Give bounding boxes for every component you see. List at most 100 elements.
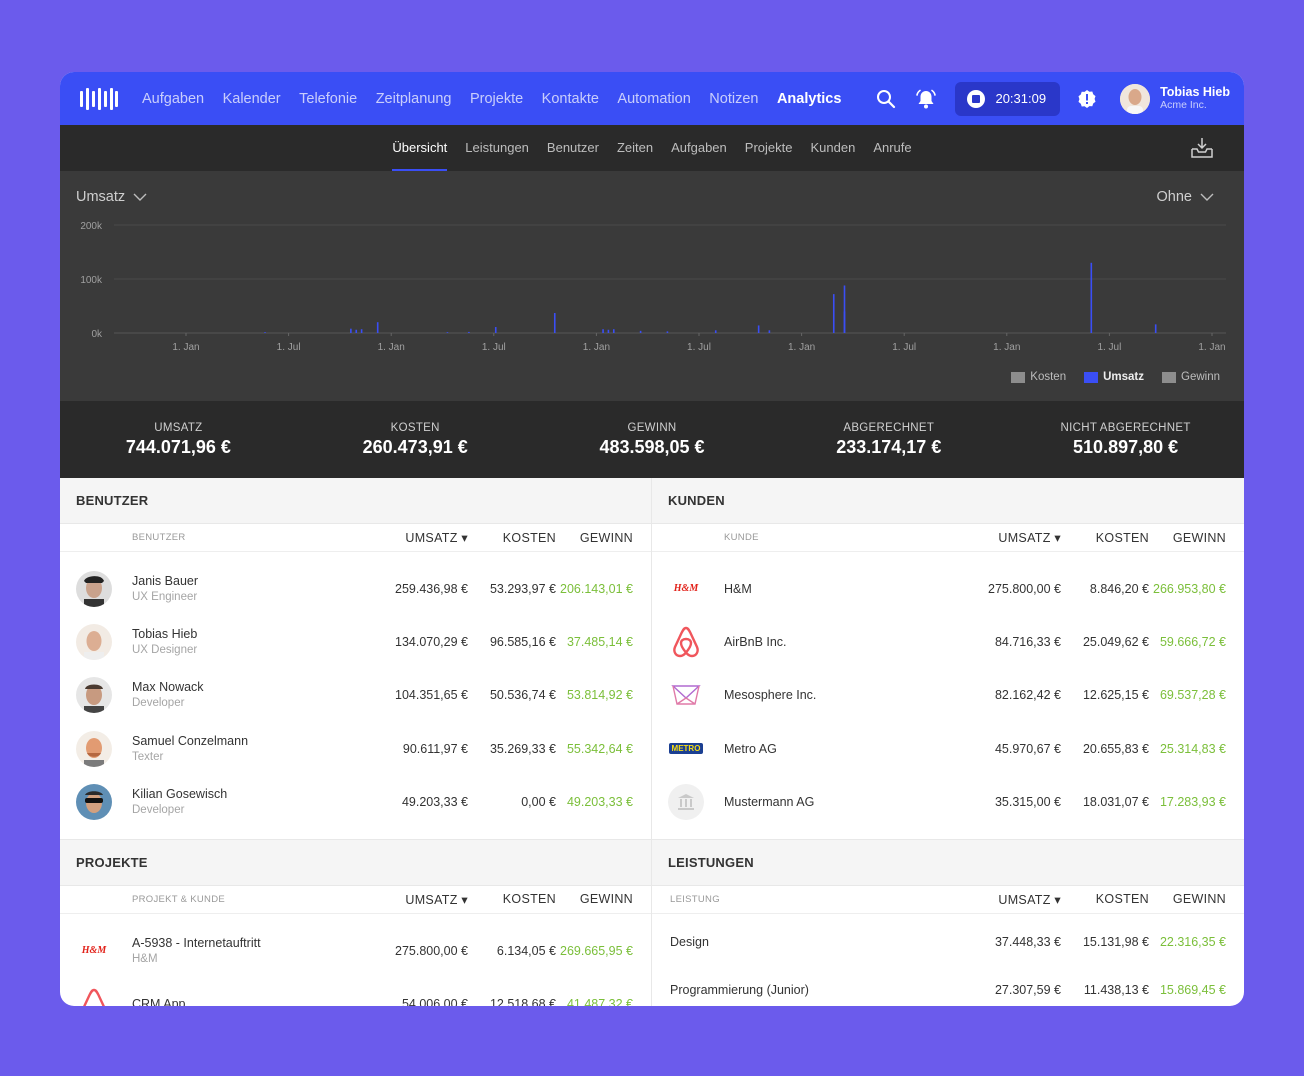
customer-name: Mustermann AG [724, 795, 815, 810]
tab-uebersicht[interactable]: Übersicht [392, 125, 447, 171]
umsatz-value: 27.307,59 € [994, 982, 1061, 997]
table-row[interactable]: Max Nowack Developer 104.351,65 € 50.536,… [60, 669, 651, 722]
app-logo-icon[interactable] [80, 87, 120, 110]
kosten-value: 20.655,83 € [1082, 741, 1149, 756]
panel-title: LEISTUNGEN [652, 839, 1244, 886]
revenue-chart: 200k 100k 0k 1. Jan 1. Jul 1. Jan 1. Jul 1. Jan… [80, 221, 1226, 353]
table-row[interactable]: METRO Metro AG 45.970,67 € 20.655,83 € 2… [652, 722, 1244, 775]
tab-aufgaben[interactable]: Aufgaben [671, 125, 727, 171]
legend-label: Kosten [1030, 371, 1067, 383]
legend-item-umsatz[interactable]: Umsatz [1084, 371, 1144, 383]
nav-item-projekte[interactable]: Projekte [470, 91, 523, 107]
bar-umsatz [468, 331, 470, 333]
nav-item-analytics[interactable]: Analytics [777, 91, 841, 107]
table-header: LEISTUNG UMSATZ ▾ KOSTEN GEWINN [652, 886, 1244, 914]
main-menu: Aufgaben Kalender Telefonie Zeitplanung … [142, 91, 860, 107]
column-header-kosten[interactable]: KOSTEN [1061, 531, 1149, 545]
gewinn-value: 17.283,93 € [1159, 795, 1226, 810]
project-customer: H&M [132, 952, 158, 965]
user-name: Samuel Conzelmann [132, 733, 249, 748]
column-header-kunde[interactable]: KUNDE [724, 532, 943, 543]
gewinn-value: 15.869,45 € [1159, 982, 1226, 997]
tab-anrufe[interactable]: Anrufe [873, 125, 911, 171]
column-header-kosten[interactable]: KOSTEN [1061, 892, 1149, 906]
nav-item-kontakte[interactable]: Kontakte [542, 91, 599, 107]
legend-swatch [1011, 371, 1026, 383]
table-row[interactable]: Janis Bauer UX Engineer 259.436,98 € 53.2… [60, 562, 651, 615]
table-row[interactable]: Mesosphere Inc. 82.162,42 € 12.625,15 € … [652, 669, 1244, 722]
umsatz-value: 49.203,33 € [401, 795, 468, 810]
analytics-tables: BENUTZER BENUTZER UMSATZ ▾ KOSTEN GEWINN… [60, 478, 1244, 1006]
column-header-gewinn[interactable]: GEWINN [1149, 531, 1244, 545]
nav-item-aufgaben[interactable]: Aufgaben [142, 91, 204, 107]
table-row[interactable]: H&M A-5938 - Internetauftritt H&M 275.800… [60, 924, 651, 977]
tab-leistungen[interactable]: Leistungen [465, 125, 529, 171]
alert-badge-icon[interactable] [1076, 88, 1098, 110]
bar-umsatz [602, 329, 604, 333]
table-row[interactable]: Kilian Gosewisch Developer 49.203,33 € 0,… [60, 776, 651, 829]
nav-item-zeitplanung[interactable]: Zeitplanung [376, 91, 452, 107]
umsatz-value: 35.315,00 € [994, 795, 1061, 810]
gewinn-value: 37.485,14 € [566, 635, 633, 650]
column-header-leistung[interactable]: LEISTUNG [652, 894, 943, 905]
legend-swatch [1084, 371, 1099, 383]
table-row[interactable]: H&M H&M 275.800,00 € 8.846,20 € 266.953,… [652, 562, 1244, 615]
kosten-value: 8.846,20 € [1089, 581, 1149, 596]
table-row[interactable]: Design 37.448,33 € 15.131,98 € 22.316,35… [652, 918, 1244, 966]
umsatz-value: 84.716,33 € [994, 635, 1061, 650]
legend-item-gewinn[interactable]: Gewinn [1162, 371, 1220, 383]
metric-dropdown-value: Umsatz [76, 189, 126, 205]
umsatz-value: 275.800,00 € [988, 581, 1061, 596]
nav-item-automation[interactable]: Automation [617, 91, 690, 107]
nav-actions: 20:31:09 Tobias Hieb Acme Inc. [875, 72, 1244, 125]
table-row[interactable]: CRM App 54.006,00 € 12.518,68 € 41.487,3… [60, 977, 651, 1006]
bar-umsatz [355, 329, 358, 333]
tab-zeiten[interactable]: Zeiten [617, 125, 653, 171]
total-label: ABGERECHNET [843, 421, 935, 434]
column-header-umsatz[interactable]: UMSATZ ▾ [350, 892, 468, 907]
legend-item-kosten[interactable]: Kosten [1011, 371, 1066, 383]
column-header-gewinn[interactable]: GEWINN [1149, 892, 1244, 906]
notification-bell-icon[interactable] [915, 88, 937, 110]
kosten-value: 6.134,05 € [496, 943, 556, 958]
column-header-umsatz[interactable]: UMSATZ ▾ [350, 530, 468, 545]
tab-benutzer[interactable]: Benutzer [547, 125, 599, 171]
nav-item-kalender[interactable]: Kalender [223, 91, 281, 107]
grouping-dropdown[interactable]: Ohne [1157, 189, 1214, 205]
table-row[interactable]: AirBnB Inc. 84.716,33 € 25.049,62 € 59.6… [652, 615, 1244, 668]
avatar [76, 677, 112, 714]
metric-dropdown[interactable]: Umsatz [76, 189, 147, 205]
y-tick-label: 200k [80, 221, 103, 232]
table-row[interactable]: Programmierung (Junior) 27.307,59 € 11.4… [652, 966, 1244, 1006]
column-header-umsatz[interactable]: UMSATZ ▾ [943, 892, 1061, 907]
column-header-projekt[interactable]: PROJEKT & KUNDE [132, 894, 350, 905]
search-icon[interactable] [875, 88, 897, 110]
table-row[interactable]: Tobias Hieb UX Designer 134.070,29 € 96.5… [60, 615, 651, 668]
user-role: UX Designer [132, 644, 198, 657]
tab-kunden[interactable]: Kunden [810, 125, 855, 171]
column-header-umsatz[interactable]: UMSATZ ▾ [943, 530, 1061, 545]
nav-item-notizen[interactable]: Notizen [709, 91, 758, 107]
y-tick-label: 100k [80, 275, 103, 286]
umsatz-value: 82.162,42 € [994, 688, 1061, 703]
bar-umsatz [768, 330, 771, 333]
bar-umsatz [714, 330, 717, 333]
nav-item-telefonie[interactable]: Telefonie [299, 91, 357, 107]
bar-umsatz [494, 327, 497, 333]
bar-umsatz [1154, 324, 1157, 333]
tab-projekte[interactable]: Projekte [745, 125, 793, 171]
service-name: Programmierung (Junior) [670, 982, 809, 997]
gewinn-value: 55.342,64 € [566, 741, 633, 756]
table-row[interactable]: Samuel Conzelmann Texter 90.611,97 € 35.2… [60, 722, 651, 775]
export-download-icon[interactable] [1190, 137, 1214, 164]
user-menu[interactable]: Tobias Hieb Acme Inc. [1120, 83, 1230, 114]
bar-umsatz [264, 332, 266, 333]
column-header-kosten[interactable]: KOSTEN [468, 531, 556, 545]
time-tracker-button[interactable]: 20:31:09 [955, 81, 1061, 116]
table-row[interactable]: Mustermann AG 35.315,00 € 18.031,07 € 17… [652, 776, 1244, 829]
column-header-benutzer[interactable]: BENUTZER [132, 532, 350, 543]
total-gewinn: GEWINN 483.598,05 € [534, 422, 771, 458]
column-header-kosten[interactable]: KOSTEN [468, 892, 556, 906]
column-header-gewinn[interactable]: GEWINN [556, 892, 651, 906]
column-header-gewinn[interactable]: GEWINN [556, 531, 651, 545]
